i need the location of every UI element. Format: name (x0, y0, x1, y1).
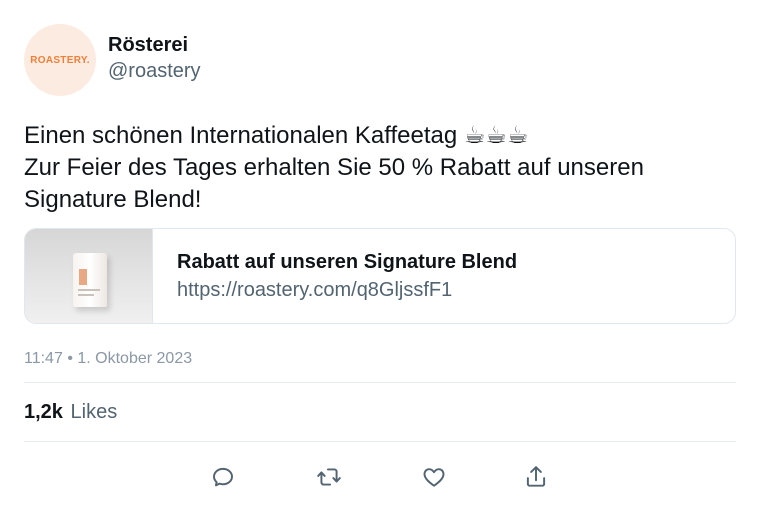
likes-count: 1,2k (24, 401, 63, 423)
tweet-header: ROASTERY. Rösterei @roastery (24, 24, 201, 96)
action-bar (0, 460, 760, 494)
tweet-text-line: Einen schönen Internationalen Kaffeetag … (24, 122, 529, 149)
display-name[interactable]: Rösterei (108, 32, 201, 58)
divider (24, 382, 736, 383)
account-names: Rösterei @roastery (108, 24, 201, 96)
likes-stat[interactable]: 1,2k Likes (24, 400, 117, 424)
card-image (25, 229, 153, 323)
meta-separator: • (67, 350, 73, 367)
likes-label: Likes (70, 401, 118, 423)
tweet-time: 11:47 (24, 350, 63, 367)
retweet-button[interactable] (312, 460, 346, 494)
divider (24, 441, 736, 442)
coffee-bag-image (73, 253, 107, 307)
reply-icon (213, 467, 233, 487)
card-title: Rabatt auf unseren Signature Blend (177, 251, 518, 273)
tweet-text-line: Signature Blend! (24, 186, 202, 213)
share-button[interactable] (519, 460, 553, 494)
card-url: https://roastery.com/q8GljssfF1 (177, 279, 453, 301)
tweet-text: Einen schönen Internationalen Kaffeetag … (24, 120, 736, 216)
tweet-date: 1. Oktober 2023 (77, 350, 193, 367)
like-icon (423, 468, 445, 487)
card-info: Rabatt auf unseren Signature Blend https… (153, 229, 517, 323)
handle[interactable]: @roastery (108, 58, 201, 84)
link-card[interactable]: Rabatt auf unseren Signature Blend https… (24, 228, 736, 324)
like-button[interactable] (417, 460, 451, 494)
reply-button[interactable] (206, 460, 240, 494)
tweet: ROASTERY. Rösterei @roastery Einen schön… (0, 0, 760, 512)
tweet-timestamp[interactable]: 11:47 • 1. Oktober 2023 (24, 349, 192, 369)
tweet-text-line: Zur Feier des Tages erhalten Sie 50 % Ra… (24, 154, 644, 181)
share-icon (526, 466, 546, 487)
avatar[interactable]: ROASTERY. (24, 24, 96, 96)
retweet-icon (317, 468, 341, 486)
avatar-logo-text: ROASTERY. (30, 54, 90, 66)
